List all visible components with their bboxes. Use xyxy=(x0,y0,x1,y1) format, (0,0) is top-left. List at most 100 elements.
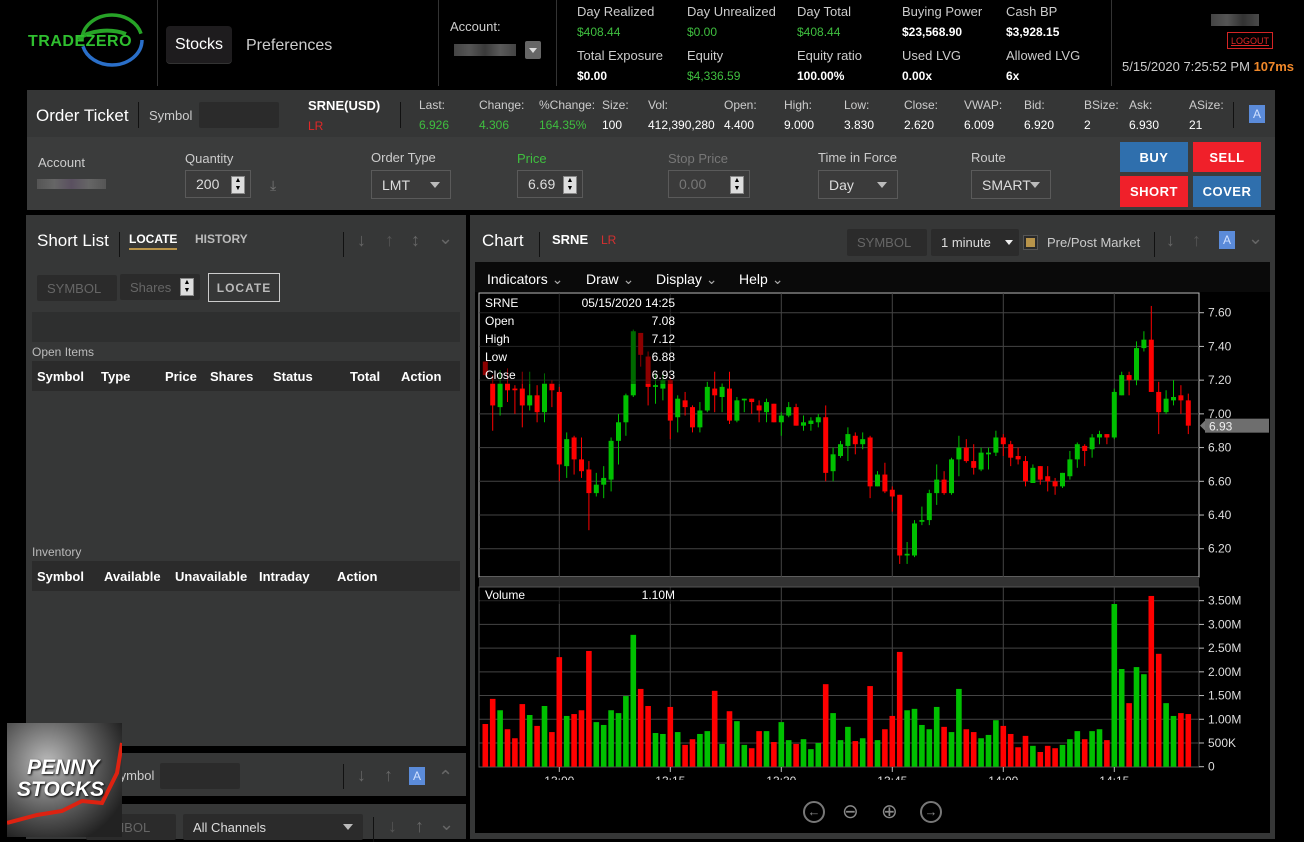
column-header[interactable]: Shares xyxy=(210,369,253,384)
arrow-up-icon[interactable]: ↑ xyxy=(415,816,424,837)
tab-locate[interactable]: LOCATE xyxy=(129,232,178,250)
candle-body xyxy=(682,400,688,408)
premarket-checkbox[interactable] xyxy=(1023,235,1038,250)
volume-tick-label: 2.00M xyxy=(1208,665,1241,679)
chevron-down-icon[interactable]: ⌄ xyxy=(1248,228,1263,249)
tab-history[interactable]: HISTORY xyxy=(195,232,248,246)
quote-value: 2 xyxy=(1084,118,1091,132)
chevron-down-icon[interactable]: ⌄ xyxy=(438,228,453,249)
stat-value: $4,336.59 xyxy=(687,69,741,83)
price-stepper[interactable]: 6.69 ▲ ▼ xyxy=(517,170,583,198)
volume-bar xyxy=(852,741,859,767)
column-header[interactable]: Unavailable xyxy=(175,569,247,584)
volume-bar xyxy=(1000,725,1007,767)
buy-button[interactable]: BUY xyxy=(1120,142,1188,172)
interval-select[interactable]: 1 minute xyxy=(931,229,1019,256)
chevron-down-icon[interactable]: ⌄ xyxy=(439,814,454,835)
column-header[interactable]: Intraday xyxy=(259,569,310,584)
download-icon[interactable]: ⤓ xyxy=(270,177,276,194)
volume-bar xyxy=(1044,745,1051,767)
font-a-button[interactable]: A xyxy=(1219,231,1235,249)
font-a-button[interactable]: A xyxy=(409,767,425,785)
arrow-down-icon[interactable]: ↓ xyxy=(357,765,366,786)
volume-tick-label: 3.50M xyxy=(1208,594,1241,608)
column-header[interactable]: Symbol xyxy=(37,569,84,584)
stat-value: $0.00 xyxy=(687,25,718,39)
quote-value: 6.009 xyxy=(964,118,995,132)
scroll-right-icon[interactable]: → xyxy=(920,801,942,823)
candle-body xyxy=(1008,444,1014,458)
stepper-arrows-icon[interactable]: ▲ ▼ xyxy=(563,176,577,194)
stat-label: Equity xyxy=(687,48,724,63)
column-header[interactable]: Symbol xyxy=(37,369,84,384)
column-header[interactable]: Action xyxy=(401,369,441,384)
stat-value: $0.00 xyxy=(577,69,608,83)
zoom-in-icon[interactable]: ⊕ xyxy=(881,799,898,824)
arrow-up-icon[interactable]: ↑ xyxy=(1192,230,1201,251)
menu-draw[interactable]: Draw ⌄ xyxy=(586,271,634,288)
volume-tick-label: 3.00M xyxy=(1208,617,1241,631)
quantity-stepper[interactable]: 200 ▲ ▼ xyxy=(185,170,251,198)
volume-bar xyxy=(1030,745,1036,767)
candle-body xyxy=(741,398,747,401)
zoom-out-icon[interactable]: ⊖ xyxy=(842,799,859,824)
menu-display[interactable]: Display ⌄ xyxy=(656,271,718,288)
volume-bar xyxy=(963,729,970,767)
symbol-input[interactable] xyxy=(199,102,279,128)
expand-vertical-icon[interactable]: ↕ xyxy=(411,230,420,251)
volume-bar xyxy=(800,739,807,767)
stop-price-stepper[interactable]: 0.00 ▲ ▼ xyxy=(668,170,750,198)
quote-value: 3.830 xyxy=(844,118,875,132)
chevron-up-icon[interactable]: ⌃ xyxy=(438,767,453,788)
stepper-arrows-icon[interactable]: ▲ ▼ xyxy=(231,176,245,194)
font-a-button[interactable]: A xyxy=(1249,105,1265,123)
locate-button[interactable]: LOCATE xyxy=(208,273,280,302)
column-header[interactable]: Total xyxy=(350,369,380,384)
quote-value: 4.306 xyxy=(479,118,510,132)
nav-tab-preferences[interactable]: Preferences xyxy=(246,37,332,55)
order-type-select[interactable]: LMT xyxy=(371,170,451,199)
candle-body xyxy=(1185,400,1191,426)
symbol-input[interactable] xyxy=(160,763,240,789)
quote-label: BSize: xyxy=(1084,98,1119,112)
tif-select[interactable]: Day xyxy=(818,170,898,199)
logout-button[interactable]: LOGOUT xyxy=(1227,32,1273,49)
short-button[interactable]: SHORT xyxy=(1120,176,1188,207)
column-header[interactable]: Available xyxy=(104,569,161,584)
menu-indicators[interactable]: Indicators ⌄ xyxy=(487,271,563,288)
volume-bar xyxy=(993,720,999,767)
volume-bar xyxy=(933,706,940,767)
shares-stepper[interactable]: Shares ▲ ▼ xyxy=(120,274,200,300)
candle-body xyxy=(556,391,562,465)
menu-help[interactable]: Help ⌄ xyxy=(739,271,783,288)
tradezero-logo[interactable]: TRADEZERO xyxy=(26,12,150,68)
account-select[interactable] xyxy=(454,41,542,59)
candle-body xyxy=(808,420,814,424)
arrow-down-icon[interactable]: ↓ xyxy=(357,230,366,251)
quote-value: 21 xyxy=(1189,118,1203,132)
candle-body xyxy=(1126,375,1132,381)
chart-symbol-input[interactable]: SYMBOL xyxy=(847,229,927,256)
arrow-down-icon[interactable]: ↓ xyxy=(1166,230,1175,251)
stepper-arrows-icon[interactable]: ▲ ▼ xyxy=(180,278,194,296)
channel-select[interactable]: All Channels xyxy=(183,814,363,840)
stepper-arrows-icon[interactable]: ▲ ▼ xyxy=(730,176,744,194)
chevron-down-icon xyxy=(430,182,440,188)
locate-symbol-input[interactable]: SYMBOL xyxy=(37,275,117,301)
cover-button[interactable]: COVER xyxy=(1193,176,1261,207)
volume-bar xyxy=(489,698,496,767)
column-header[interactable]: Price xyxy=(165,369,197,384)
scroll-left-icon[interactable]: ← xyxy=(803,801,825,823)
column-header[interactable]: Type xyxy=(101,369,130,384)
account-dropdown-button[interactable] xyxy=(525,41,541,59)
column-header[interactable]: Action xyxy=(337,569,377,584)
sell-button[interactable]: SELL xyxy=(1193,142,1261,172)
arrow-down-icon[interactable]: ↓ xyxy=(388,816,397,837)
route-select[interactable]: SMART xyxy=(971,170,1051,199)
column-header[interactable]: Status xyxy=(273,369,313,384)
quote-value: 6.930 xyxy=(1129,118,1160,132)
nav-tab-stocks[interactable]: Stocks xyxy=(166,26,232,63)
watermark-text: PENNY STOCKS xyxy=(17,756,105,801)
arrow-up-icon[interactable]: ↑ xyxy=(384,765,393,786)
arrow-up-icon[interactable]: ↑ xyxy=(385,230,394,251)
